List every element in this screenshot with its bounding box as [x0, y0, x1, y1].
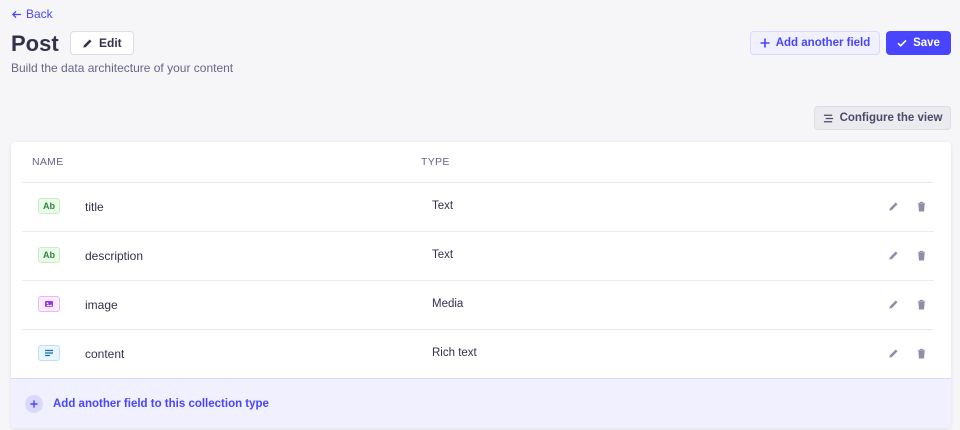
- plus-icon: [760, 38, 770, 48]
- field-name: image: [85, 298, 118, 312]
- field-type: Rich text: [432, 347, 477, 359]
- text-field-icon: Ab: [38, 198, 60, 214]
- save-label: Save: [913, 37, 940, 49]
- field-type: Media: [432, 298, 464, 310]
- back-link[interactable]: Back: [11, 7, 53, 21]
- pencil-icon: [83, 38, 92, 48]
- plus-circle-icon: [25, 395, 43, 413]
- table-header: NAME TYPE: [11, 142, 951, 182]
- field-row-image[interactable]: image Media: [22, 280, 934, 330]
- configure-label: Configure the view: [839, 112, 943, 124]
- delete-field-icon[interactable]: [916, 201, 927, 212]
- edit-field-icon[interactable]: [888, 348, 899, 359]
- field-row-description[interactable]: Ab description Text: [22, 231, 934, 281]
- add-field-to-collection-button[interactable]: Add another field to this collection typ…: [11, 378, 951, 428]
- list-settings-icon: [823, 114, 833, 122]
- field-name: title: [85, 200, 104, 214]
- media-icon: [38, 296, 60, 312]
- richtext-icon: [38, 345, 60, 361]
- edit-button[interactable]: Edit: [70, 31, 134, 55]
- back-label: Back: [26, 7, 53, 21]
- check-icon: [897, 39, 907, 47]
- delete-field-icon[interactable]: [916, 250, 927, 261]
- column-header-type: TYPE: [421, 156, 450, 168]
- add-another-field-button[interactable]: Add another field: [750, 31, 880, 55]
- field-type: Text: [432, 200, 454, 212]
- field-type: Text: [432, 249, 454, 261]
- save-button[interactable]: Save: [886, 31, 951, 55]
- page-title: Post: [11, 31, 59, 56]
- field-name: description: [85, 249, 144, 263]
- fields-panel: NAME TYPE Ab title Text Ab description T…: [11, 142, 951, 428]
- field-name: content: [85, 347, 125, 361]
- edit-button-label: Edit: [99, 36, 122, 50]
- field-row-title[interactable]: Ab title Text: [22, 182, 934, 232]
- configure-view-button[interactable]: Configure the view: [814, 106, 951, 130]
- add-field-to-collection-label: Add another field to this collection typ…: [53, 398, 269, 410]
- delete-field-icon[interactable]: [916, 348, 927, 359]
- edit-field-icon[interactable]: [888, 299, 899, 310]
- add-field-label: Add another field: [775, 37, 871, 49]
- text-field-icon: Ab: [38, 247, 60, 263]
- page-subtitle: Build the data architecture of your cont…: [11, 61, 234, 75]
- edit-field-icon[interactable]: [888, 201, 899, 212]
- edit-field-icon[interactable]: [888, 250, 899, 261]
- delete-field-icon[interactable]: [916, 299, 927, 310]
- field-row-content[interactable]: content Rich text: [22, 329, 934, 379]
- column-header-name: NAME: [32, 156, 64, 168]
- arrow-left-icon: [11, 10, 22, 18]
